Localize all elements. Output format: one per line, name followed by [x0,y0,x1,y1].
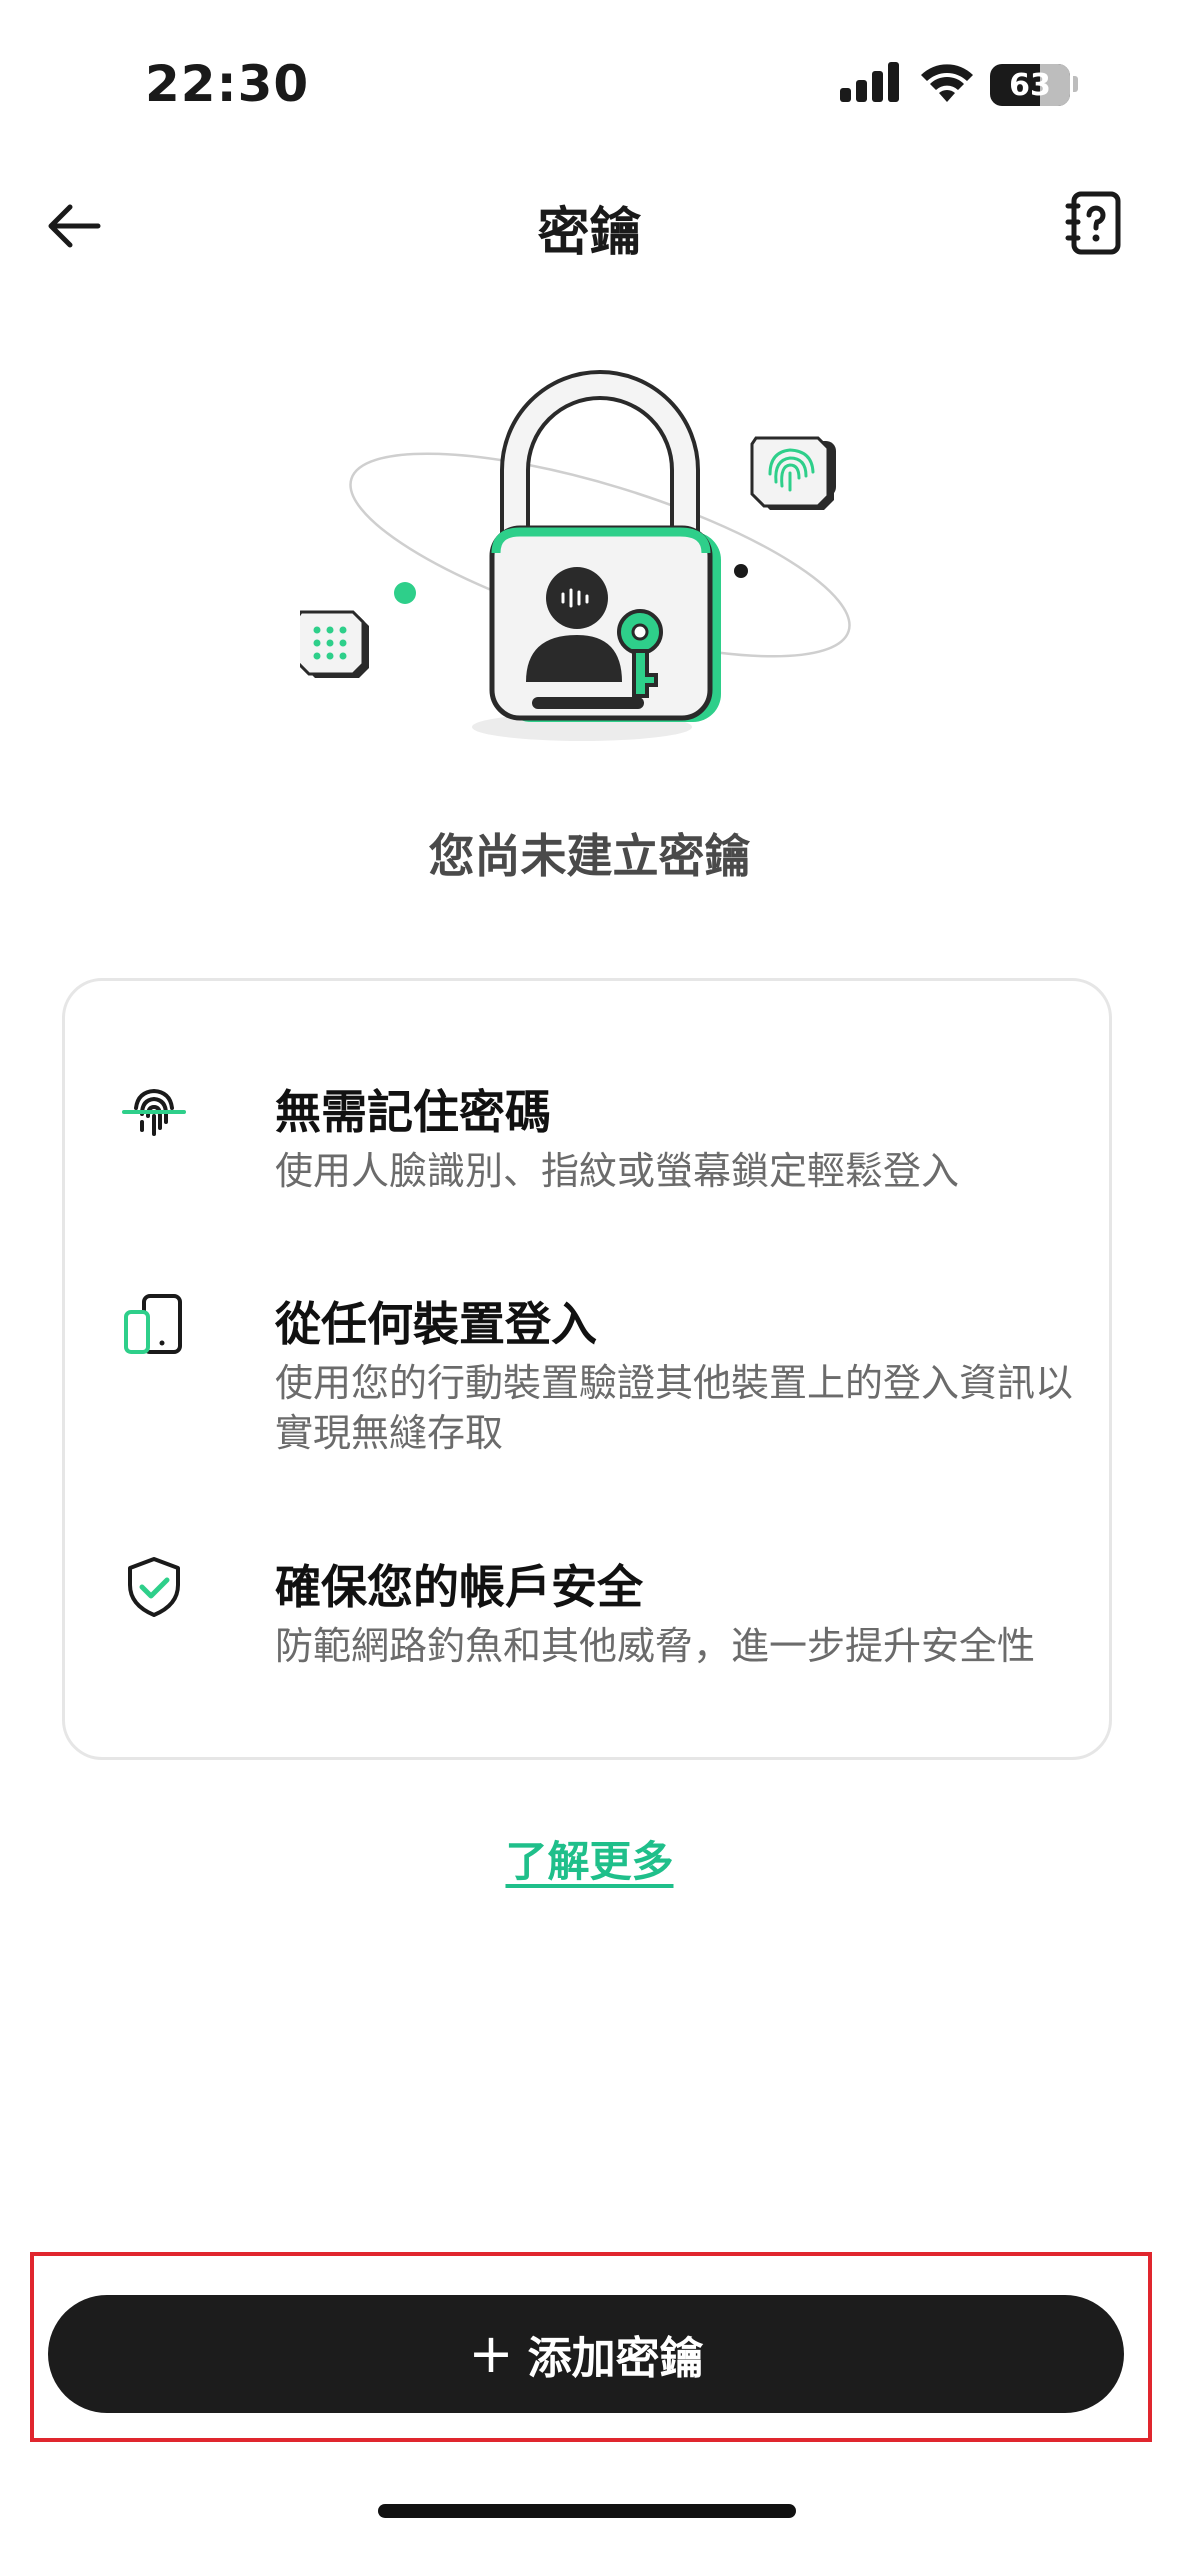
home-indicator [378,2504,796,2518]
hero-illustration [295,370,900,750]
learn-more-wrapper: 了解更多 [0,1828,1179,1889]
help-book-icon [1065,191,1121,255]
learn-more-link[interactable]: 了解更多 [505,1837,673,1886]
status-bar: 22:30 63 [0,0,1179,170]
feature-description: 使用人臉識別、指紋或螢幕鎖定輕鬆登入 [275,1149,960,1193]
shield-check-icon [128,1557,180,1617]
feature-title: 無需記住密碼 [275,1085,551,1139]
nav-header: 密鑰 [0,170,1179,280]
plus-icon: + [468,2322,514,2385]
wifi-icon [921,64,973,102]
empty-state-title: 您尚未建立密鑰 [428,829,751,883]
add-passkey-label: 添加密鑰 [527,2333,704,2384]
feature-title: 確保您的帳戶安全 [275,1560,643,1614]
status-time: 22:30 [145,55,310,113]
battery-icon: 63 [990,64,1070,106]
help-button[interactable] [1064,188,1124,260]
battery-level: 63 [1009,68,1051,103]
add-passkey-button[interactable]: + 添加密鑰 [48,2295,1124,2413]
fingerprint-icon [122,1088,186,1136]
battery-tip [1073,76,1078,92]
page-title: 密鑰 [537,203,642,263]
devices-icon [124,1294,182,1354]
padlock-illustration [295,370,851,741]
feature-description: 使用您的行動裝置驗證其他裝置上的登入資訊以實現無縫存取 [275,1361,1074,1455]
feature-description: 防範網路釣魚和其他威脅，進一步提升安全性 [275,1624,1036,1668]
signal-icon [840,62,899,102]
feature-title: 從任何裝置登入 [275,1297,597,1351]
features-card: 無需記住密碼 使用人臉識別、指紋或螢幕鎖定輕鬆登入 從任何裝置登入 使用您的行動… [62,978,1112,1760]
